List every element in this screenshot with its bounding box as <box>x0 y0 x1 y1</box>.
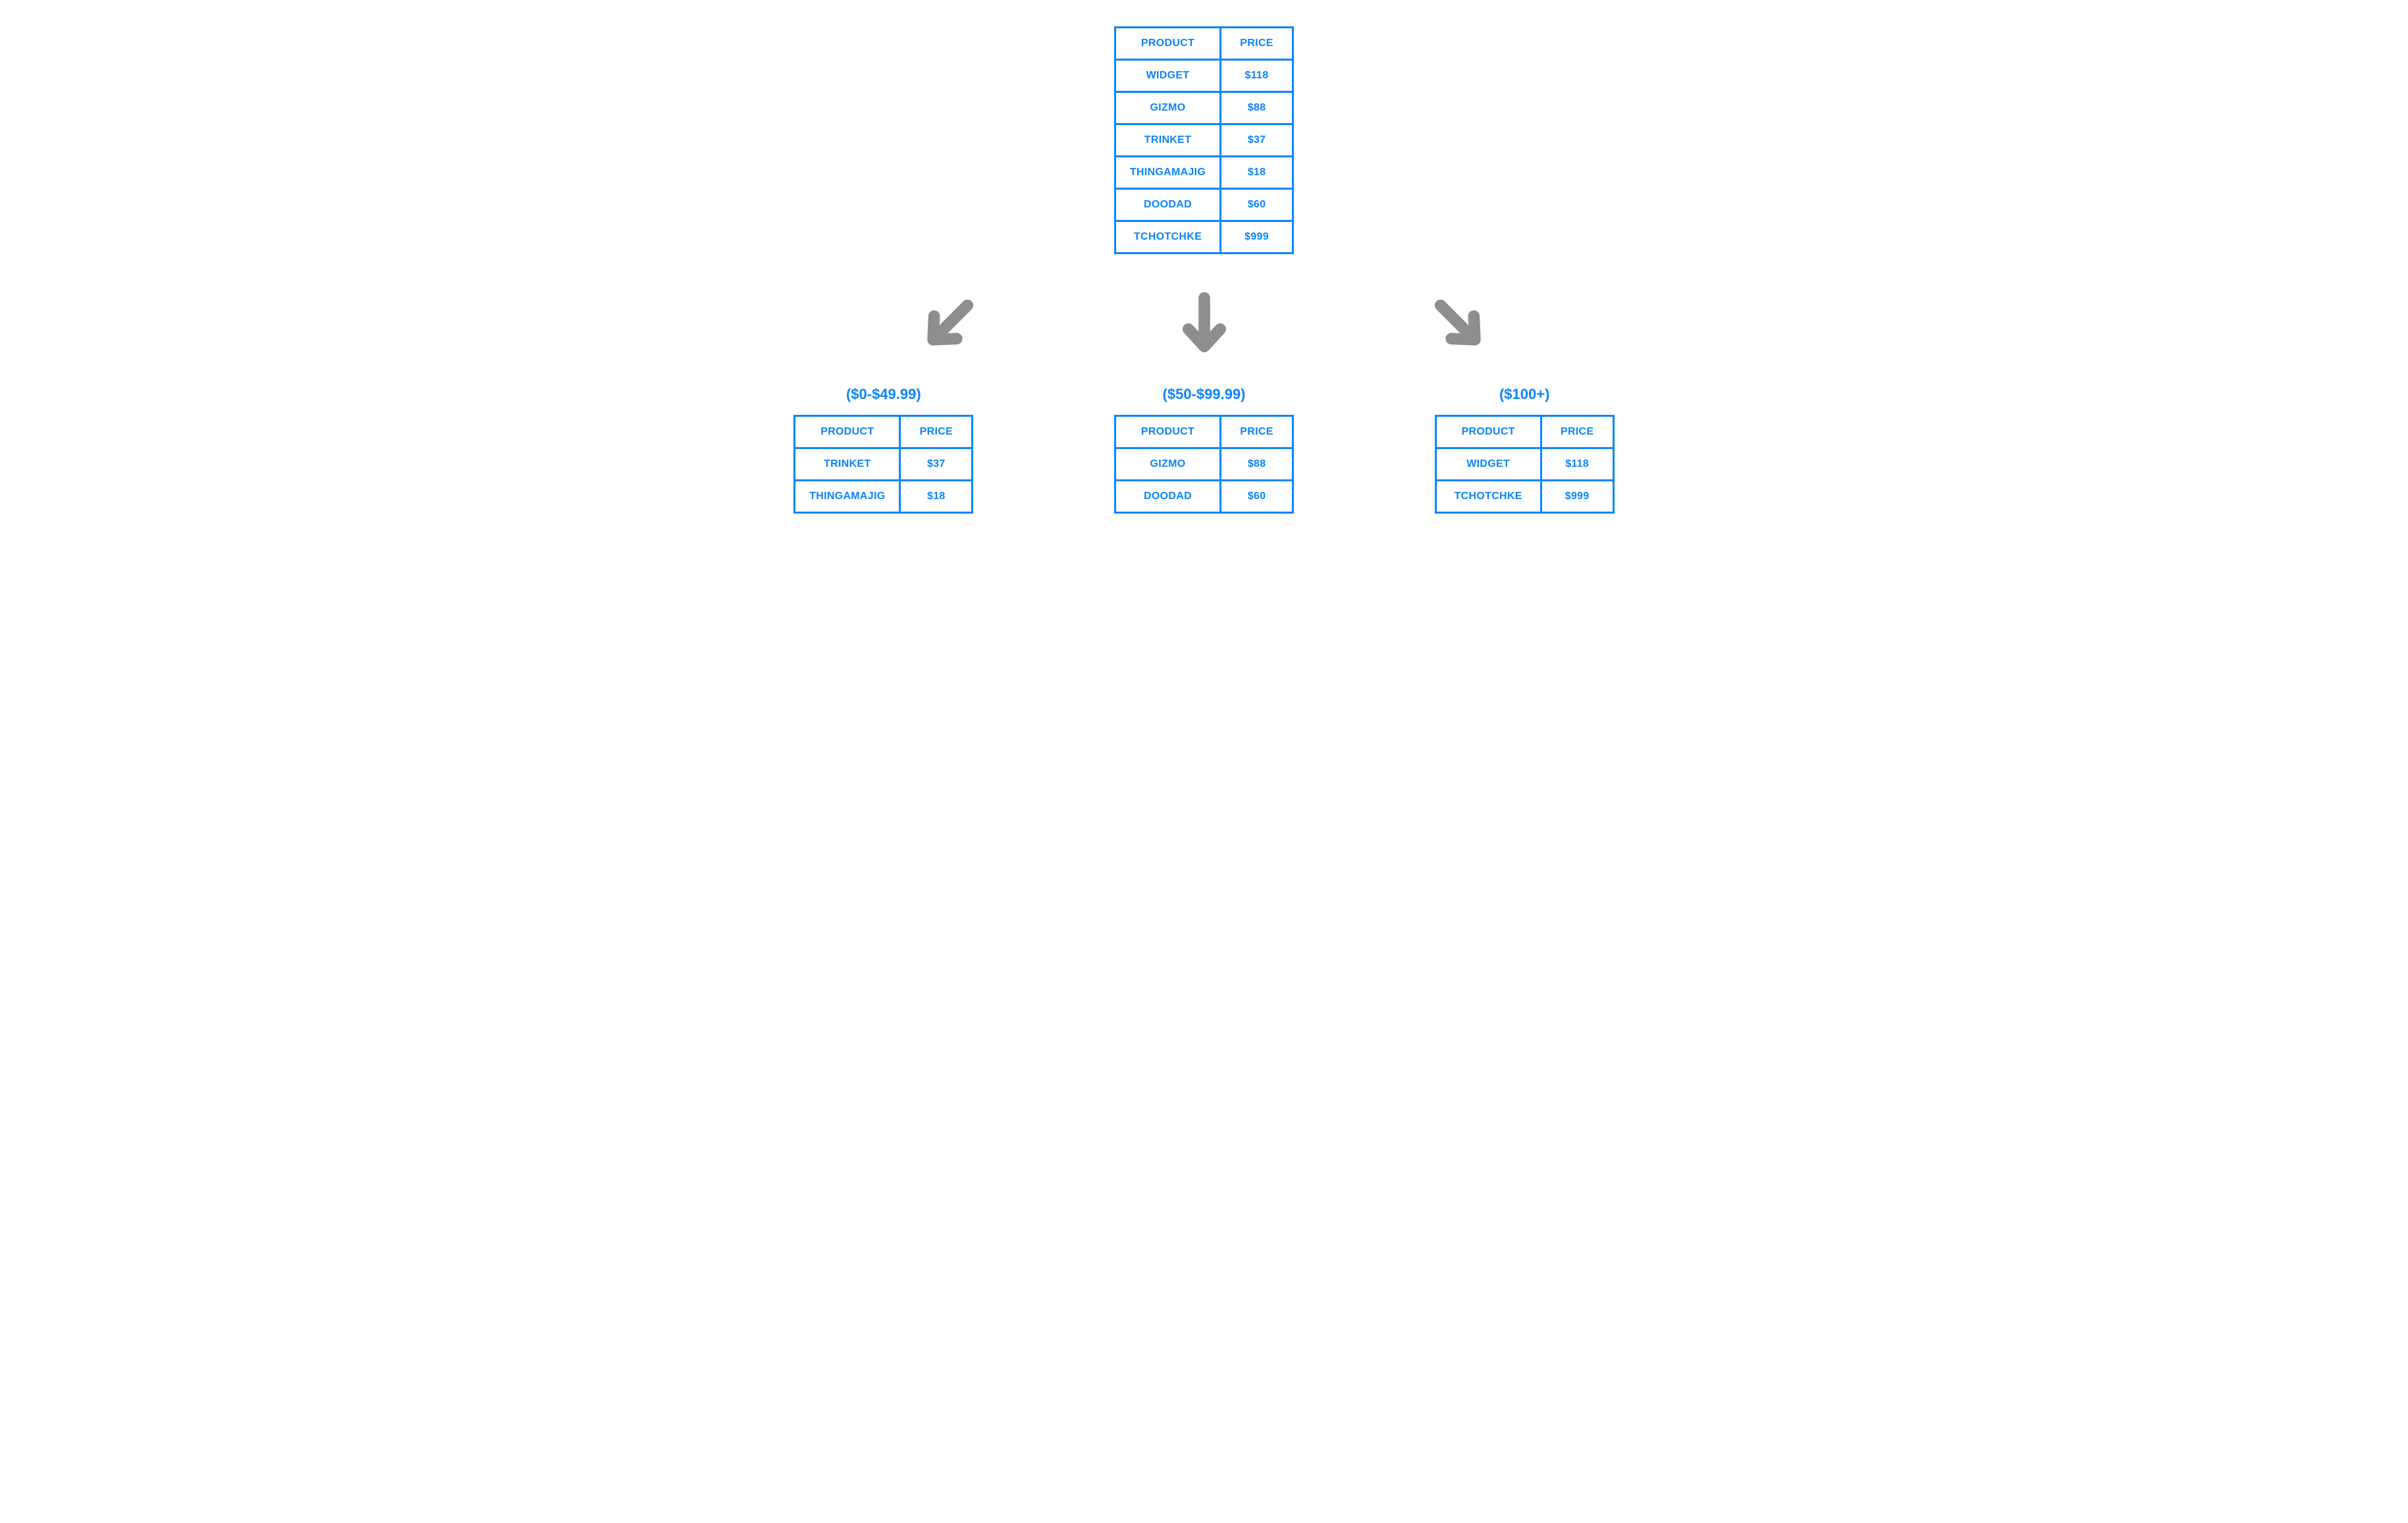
partition-diagram: PRODUCT PRICE WIDGET $118 GIZMO $88 TRIN… <box>743 26 1665 514</box>
table-row: THINGAMAJIG $18 <box>1115 157 1293 189</box>
cell-product: TRINKET <box>795 448 900 481</box>
table-row: TCHOTCHKE $999 <box>1115 221 1293 254</box>
table-header-row: PRODUCT PRICE <box>1115 416 1293 448</box>
header-price: PRICE <box>900 416 973 448</box>
cell-price: $88 <box>1221 448 1293 481</box>
cell-product: WIDGET <box>1115 60 1221 92</box>
cell-price: $60 <box>1221 189 1293 221</box>
bucket-label: ($0-$49.99) <box>846 386 921 403</box>
cell-product: THINGAMAJIG <box>795 481 900 513</box>
table-row: WIDGET $118 <box>1435 448 1613 481</box>
cell-product: TRINKET <box>1115 124 1221 157</box>
arrow-down-left-icon <box>822 287 1077 360</box>
cell-product: TCHOTCHKE <box>1435 481 1541 513</box>
cell-price: $37 <box>900 448 973 481</box>
header-product: PRODUCT <box>795 416 900 448</box>
cell-price: $37 <box>1221 124 1293 157</box>
arrow-down-right-icon <box>1331 287 1586 360</box>
cell-product: DOODAD <box>1115 481 1221 513</box>
header-price: PRICE <box>1221 416 1293 448</box>
bucket-label: ($100+) <box>1499 386 1549 403</box>
cell-price: $88 <box>1221 92 1293 124</box>
header-product: PRODUCT <box>1115 28 1221 60</box>
header-product: PRODUCT <box>1115 416 1221 448</box>
header-product: PRODUCT <box>1435 416 1541 448</box>
table-row: TRINKET $37 <box>1115 124 1293 157</box>
cell-product: WIDGET <box>1435 448 1541 481</box>
cell-product: GIZMO <box>1115 448 1221 481</box>
cell-product: GIZMO <box>1115 92 1221 124</box>
cell-product: DOODAD <box>1115 189 1221 221</box>
table-header-row: PRODUCT PRICE <box>1115 28 1293 60</box>
source-table: PRODUCT PRICE WIDGET $118 GIZMO $88 TRIN… <box>1114 26 1294 254</box>
table-row: WIDGET $118 <box>1115 60 1293 92</box>
cell-price: $999 <box>1221 221 1293 254</box>
arrows-row <box>743 287 1665 360</box>
bucket-low: ($0-$49.99) PRODUCT PRICE TRINKET $37 TH… <box>743 386 1025 514</box>
table-header-row: PRODUCT PRICE <box>795 416 973 448</box>
table-row: DOODAD $60 <box>1115 189 1293 221</box>
cell-product: THINGAMAJIG <box>1115 157 1221 189</box>
header-price: PRICE <box>1541 416 1613 448</box>
bucket-label: ($50-$99.99) <box>1163 386 1246 403</box>
bucket-mid: ($50-$99.99) PRODUCT PRICE GIZMO $88 DOO… <box>1063 386 1345 514</box>
source-table-section: PRODUCT PRICE WIDGET $118 GIZMO $88 TRIN… <box>1114 26 1294 254</box>
bucket-table: PRODUCT PRICE WIDGET $118 TCHOTCHKE $999 <box>1435 415 1615 514</box>
cell-price: $999 <box>1541 481 1613 513</box>
table-header-row: PRODUCT PRICE <box>1435 416 1613 448</box>
table-row: THINGAMAJIG $18 <box>795 481 973 513</box>
cell-product: TCHOTCHKE <box>1115 221 1221 254</box>
header-price: PRICE <box>1221 28 1293 60</box>
bucket-high: ($100+) PRODUCT PRICE WIDGET $118 TCHOTC… <box>1384 386 1665 514</box>
table-row: TRINKET $37 <box>795 448 973 481</box>
table-row: GIZMO $88 <box>1115 448 1293 481</box>
bucket-table: PRODUCT PRICE GIZMO $88 DOODAD $60 <box>1114 415 1294 514</box>
table-row: TCHOTCHKE $999 <box>1435 481 1613 513</box>
cell-price: $18 <box>900 481 973 513</box>
buckets-section: ($0-$49.99) PRODUCT PRICE TRINKET $37 TH… <box>743 386 1665 514</box>
table-row: DOODAD $60 <box>1115 481 1293 513</box>
bucket-table: PRODUCT PRICE TRINKET $37 THINGAMAJIG $1… <box>793 415 973 514</box>
table-row: GIZMO $88 <box>1115 92 1293 124</box>
arrow-down-icon <box>1077 287 1331 360</box>
cell-price: $118 <box>1221 60 1293 92</box>
cell-price: $60 <box>1221 481 1293 513</box>
cell-price: $18 <box>1221 157 1293 189</box>
cell-price: $118 <box>1541 448 1613 481</box>
